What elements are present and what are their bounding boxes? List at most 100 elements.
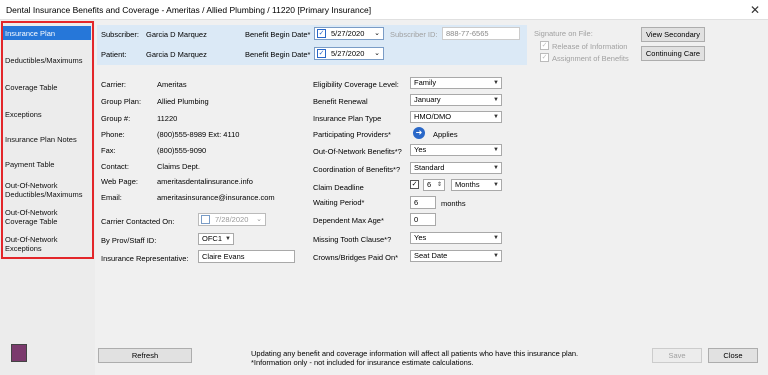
claim-unit-value: Months <box>455 180 480 189</box>
fax-value: (800)555-9090 <box>157 146 207 155</box>
patient-date-value: 5/27/2020 <box>331 49 365 58</box>
close-icon[interactable]: ✕ <box>750 3 760 17</box>
arrow-right-icon[interactable]: ➜ <box>413 127 425 139</box>
elig-value: Family <box>414 78 437 87</box>
footer-note-line1: Updating any benefit and coverage inform… <box>251 349 579 358</box>
subscriber-id-field[interactable]: 888-77-6565 <box>442 27 520 40</box>
web-value[interactable]: ameritasdentalinsurance.info <box>157 177 253 186</box>
benefit-begin-label-sub: Benefit Begin Date* <box>245 30 311 39</box>
title-bar: Dental Insurance Benefits and Coverage -… <box>0 0 768 20</box>
group-plan-value: Allied Plumbing <box>157 97 209 106</box>
dropdown-arrow-icon: ▼ <box>493 114 499 120</box>
patient-benefit-date-picker[interactable]: ✓ 5/27/2020 ⌄ <box>314 47 384 60</box>
plan-type-select[interactable]: HMO/DMO ▼ <box>410 111 502 123</box>
missing-tooth-value: Yes <box>414 233 427 242</box>
claim-deadline-checkbox[interactable]: ✓ <box>410 180 419 189</box>
dropdown-arrow-icon: ▼ <box>225 236 231 242</box>
contact-value: Claims Dept. <box>157 162 200 171</box>
prov-staff-value: OFC1 <box>202 234 223 243</box>
rep-field[interactable]: Claire Evans <box>198 250 295 263</box>
waiting-field[interactable]: 6 <box>410 196 436 209</box>
email-label: Email: <box>101 193 122 202</box>
web-label: Web Page: <box>101 177 138 186</box>
email-value[interactable]: ameritasinsurance@insurance.com <box>157 193 275 202</box>
group-num-label: Group #: <box>101 114 131 123</box>
release-label: Release of Information <box>552 42 628 51</box>
subscriber-value: Garcia D Marquez <box>146 30 207 39</box>
dropdown-arrow-icon: ▼ <box>493 182 499 188</box>
dropdown-arrow-icon: ▼ <box>493 235 499 241</box>
elig-label: Eligibility Coverage Level: <box>313 80 399 89</box>
crowns-value: Seat Date <box>414 251 448 260</box>
fax-label: Fax: <box>101 146 116 155</box>
prov-staff-select[interactable]: OFC1 ▼ <box>198 233 234 245</box>
patient-label: Patient: <box>101 50 127 59</box>
subscriber-label: Subscriber: <box>101 30 139 39</box>
subscriber-benefit-date-picker[interactable]: ✓ 5/27/2020 ⌄ <box>314 27 384 40</box>
claim-deadline-label: Claim Deadline <box>313 183 364 192</box>
save-button[interactable]: Save <box>652 348 702 363</box>
renewal-select[interactable]: January ▼ <box>410 94 502 106</box>
dropdown-arrow-icon: ▼ <box>493 253 499 259</box>
assignment-checkbox[interactable]: ✓ <box>540 53 549 62</box>
carrier-contacted-date-picker[interactable]: 7/28/2020 ⌄ <box>198 213 266 226</box>
crowns-label: Crowns/Bridges Paid On* <box>313 253 399 262</box>
carrier-contacted-checkbox[interactable] <box>201 215 210 224</box>
dependent-age-field[interactable]: 0 <box>410 213 436 226</box>
book-icon[interactable] <box>11 344 27 362</box>
applies-label: Applies <box>433 130 458 139</box>
prov-staff-label: By Prov/Staff ID: <box>101 236 157 245</box>
group-plan-label: Group Plan: <box>101 97 142 106</box>
oon-label: Out-Of-Network Benefits*? <box>313 147 402 156</box>
waiting-unit: months <box>441 199 466 208</box>
continuing-care-button[interactable]: Continuing Care <box>641 46 705 61</box>
subscriber-id-label: Subscriber ID: <box>390 30 438 39</box>
waiting-label: Waiting Period* <box>313 198 365 207</box>
plan-type-label: Insurance Plan Type <box>313 114 382 123</box>
crowns-select[interactable]: Seat Date ▼ <box>410 250 502 262</box>
patient-value: Garcia D Marquez <box>146 50 207 59</box>
oon-select[interactable]: Yes ▼ <box>410 144 502 156</box>
renewal-label: Benefit Renewal <box>313 97 368 106</box>
subscriber-date-value: 5/27/2020 <box>331 29 365 38</box>
phone-value: (800)555-8989 Ext: 4110 <box>157 130 240 139</box>
dropdown-arrow-icon: ▼ <box>493 147 499 153</box>
assignment-label: Assignment of Benefits <box>552 54 629 63</box>
dropdown-arrow-icon: ▼ <box>493 80 499 86</box>
chevron-down-icon: ⌄ <box>374 30 380 37</box>
contact-label: Contact: <box>101 162 129 171</box>
footer-note-line2: *Information only - not included for ins… <box>251 358 474 367</box>
claim-num-stepper[interactable]: 6 ⇕ <box>423 179 445 191</box>
carrier-label: Carrier: <box>101 80 127 89</box>
spin-arrow-icon: ⇕ <box>436 182 442 188</box>
benefit-begin-label-pat: Benefit Begin Date* <box>245 50 311 59</box>
cob-select[interactable]: Standard ▼ <box>410 162 502 174</box>
cob-value: Standard <box>414 163 445 172</box>
cob-label: Coordination of Benefits*? <box>313 165 401 174</box>
release-checkbox[interactable]: ✓ <box>540 41 549 50</box>
subscriber-date-checkbox[interactable]: ✓ <box>317 29 326 38</box>
carrier-value: Ameritas <box>157 80 187 89</box>
claim-num-value: 6 <box>427 180 432 189</box>
footer-note: Updating any benefit and coverage inform… <box>251 349 578 367</box>
group-num-value: 11220 <box>157 114 178 123</box>
carrier-contacted-label: Carrier Contacted On: <box>101 217 175 226</box>
rep-label: Insurance Representative: <box>101 254 189 263</box>
oon-value: Yes <box>414 145 427 154</box>
patient-date-checkbox[interactable]: ✓ <box>317 49 326 58</box>
close-button[interactable]: Close <box>708 348 758 363</box>
plan-type-value: HMO/DMO <box>414 112 452 121</box>
missing-tooth-label: Missing Tooth Clause*? <box>313 235 392 244</box>
dropdown-arrow-icon: ▼ <box>493 165 499 171</box>
phone-label: Phone: <box>101 130 125 139</box>
dependent-age-label: Dependent Max Age* <box>313 216 384 225</box>
missing-tooth-select[interactable]: Yes ▼ <box>410 232 502 244</box>
chevron-down-icon: ⌄ <box>374 50 380 57</box>
elig-select[interactable]: Family ▼ <box>410 77 502 89</box>
refresh-button[interactable]: Refresh <box>98 348 192 363</box>
dropdown-arrow-icon: ▼ <box>493 97 499 103</box>
carrier-contacted-value: 7/28/2020 <box>215 215 249 224</box>
renewal-value: January <box>414 95 441 104</box>
claim-unit-select[interactable]: Months ▼ <box>451 179 502 191</box>
view-secondary-button[interactable]: View Secondary <box>641 27 705 42</box>
